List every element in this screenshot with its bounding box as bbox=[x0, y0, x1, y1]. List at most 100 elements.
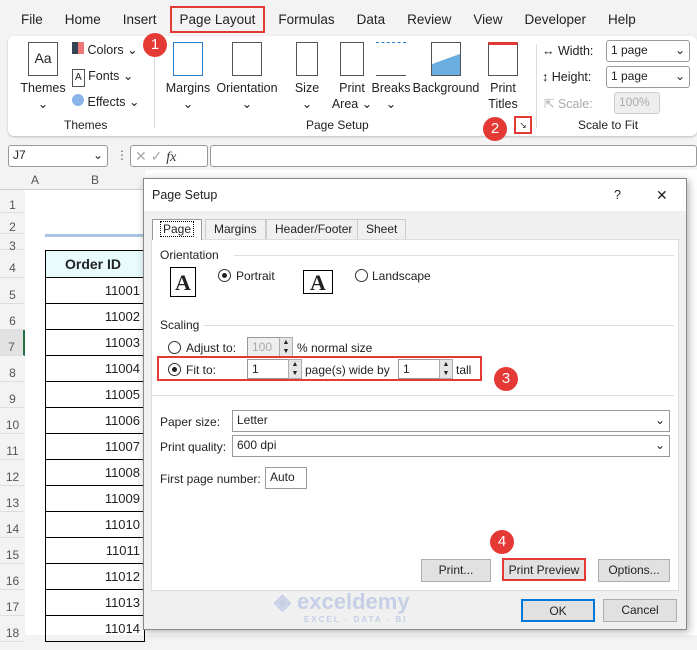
watermark-logo: ◈ exceldemy EXCEL · DATA · BI bbox=[274, 589, 410, 624]
step-badge-1: 1 bbox=[143, 33, 167, 57]
fit-tall-spinner[interactable]: ▲ ▼ bbox=[439, 359, 453, 379]
print-preview-button[interactable]: Print Preview bbox=[502, 558, 586, 581]
row-header[interactable]: 17 bbox=[0, 590, 25, 616]
row-header[interactable]: 16 bbox=[0, 564, 25, 590]
order-id-cell[interactable]: 11014 bbox=[45, 616, 145, 642]
row-header[interactable]: 6 bbox=[0, 304, 25, 330]
adjust-to-input[interactable]: 100 bbox=[247, 337, 280, 357]
adjust-to-label[interactable]: Adjust to: bbox=[186, 341, 236, 355]
fit-to-label[interactable]: Fit to: bbox=[186, 363, 216, 377]
background-button[interactable]: Background bbox=[412, 42, 480, 96]
orientation-button[interactable]: Orientation ⌄ bbox=[215, 42, 279, 112]
row-header[interactable]: 7 bbox=[0, 330, 25, 356]
row-header[interactable]: 11 bbox=[0, 434, 25, 460]
row-header[interactable]: 15 bbox=[0, 538, 25, 564]
order-id-cell[interactable]: 11002 bbox=[45, 304, 145, 330]
header-order-id[interactable]: Order ID bbox=[45, 250, 145, 278]
height-select[interactable]: 1 page ⌄ bbox=[606, 66, 690, 88]
order-id-cell[interactable]: 11001 bbox=[45, 278, 145, 304]
order-id-cell[interactable]: 11010 bbox=[45, 512, 145, 538]
row-header[interactable]: 18 bbox=[0, 616, 25, 642]
adjust-spinner[interactable]: ▲ ▼ bbox=[279, 337, 293, 357]
order-id-cell[interactable]: 11012 bbox=[45, 564, 145, 590]
options-button[interactable]: Options... bbox=[598, 559, 670, 582]
fit-wide-spinner[interactable]: ▲ ▼ bbox=[288, 359, 302, 379]
print-titles-icon bbox=[488, 42, 518, 76]
fit-wide-input[interactable]: 1 bbox=[247, 359, 289, 379]
breaks-button[interactable]: Breaks ⌄ bbox=[370, 42, 412, 112]
order-id-cell[interactable]: 11005 bbox=[45, 382, 145, 408]
menu-review[interactable]: Review bbox=[396, 12, 462, 27]
order-id-cell[interactable]: 11008 bbox=[45, 460, 145, 486]
menu-help[interactable]: Help bbox=[597, 12, 647, 27]
order-id-cell[interactable]: 11011 bbox=[45, 538, 145, 564]
row-header[interactable]: 9 bbox=[0, 382, 25, 408]
print-area-button[interactable]: Print Area ⌄ bbox=[330, 42, 374, 112]
tall-label: tall bbox=[456, 363, 472, 377]
cancel-button[interactable]: Cancel bbox=[603, 599, 677, 622]
landscape-radio[interactable] bbox=[355, 269, 368, 282]
themes-button[interactable]: Aa Themes ⌄ bbox=[18, 42, 68, 112]
fx-icon[interactable]: fx bbox=[166, 150, 176, 165]
close-button[interactable]: ✕ bbox=[656, 179, 668, 211]
order-id-cell[interactable]: 11004 bbox=[45, 356, 145, 382]
tab-sheet[interactable]: Sheet bbox=[357, 219, 407, 239]
fit-to-radio[interactable] bbox=[168, 363, 181, 376]
tab-header-footer[interactable]: Header/Footer bbox=[266, 219, 362, 239]
menu-data[interactable]: Data bbox=[346, 12, 397, 27]
print-button[interactable]: Print... bbox=[421, 559, 491, 582]
effects-icon bbox=[72, 94, 84, 106]
first-page-number-label: First page number: bbox=[160, 472, 261, 486]
paper-size-select[interactable]: Letter ⌄ bbox=[232, 410, 670, 432]
row-header[interactable]: 10 bbox=[0, 408, 25, 434]
menu-formulas[interactable]: Formulas bbox=[267, 12, 345, 27]
row-header[interactable]: 4 bbox=[0, 250, 25, 278]
adjust-to-radio[interactable] bbox=[168, 341, 181, 354]
fonts-button[interactable]: A Fonts ⌄ bbox=[72, 68, 133, 87]
margins-button[interactable]: Margins ⌄ bbox=[164, 42, 212, 112]
portrait-label[interactable]: Portrait bbox=[236, 269, 275, 283]
ok-button[interactable]: OK bbox=[521, 599, 595, 622]
order-id-cell[interactable]: 11007 bbox=[45, 434, 145, 460]
row-header[interactable]: 12 bbox=[0, 460, 25, 486]
row-header[interactable]: 2 bbox=[0, 213, 25, 234]
row-header[interactable]: 8 bbox=[0, 356, 25, 382]
row-header[interactable]: 14 bbox=[0, 512, 25, 538]
size-button[interactable]: Size ⌄ bbox=[286, 42, 328, 112]
print-titles-button[interactable]: Print Titles bbox=[482, 42, 524, 112]
name-box[interactable]: J7 ⌄ bbox=[8, 145, 108, 167]
portrait-radio[interactable] bbox=[218, 269, 231, 282]
formula-input[interactable] bbox=[210, 145, 697, 167]
row-header[interactable]: 1 bbox=[0, 190, 25, 213]
column-header-b[interactable]: B bbox=[45, 170, 145, 190]
row-header[interactable]: 5 bbox=[0, 278, 25, 304]
tab-page[interactable]: Page bbox=[152, 219, 203, 240]
menu-page-layout[interactable]: Page Layout bbox=[169, 5, 266, 33]
page-setup-launcher-icon[interactable]: ↘ bbox=[514, 116, 532, 134]
first-page-number-input[interactable]: Auto bbox=[265, 467, 307, 489]
enter-icon[interactable]: ✓ bbox=[151, 148, 163, 164]
order-id-cell[interactable]: 11006 bbox=[45, 408, 145, 434]
scale-input[interactable]: 100% bbox=[614, 92, 660, 114]
width-select[interactable]: 1 page ⌄ bbox=[606, 40, 690, 62]
colors-button[interactable]: Colors ⌄ bbox=[72, 42, 138, 58]
order-id-cell[interactable]: 11009 bbox=[45, 486, 145, 512]
menu-view[interactable]: View bbox=[462, 12, 513, 27]
order-id-cell[interactable]: 11003 bbox=[45, 330, 145, 356]
menu-home[interactable]: Home bbox=[54, 12, 112, 27]
menu-developer[interactable]: Developer bbox=[513, 12, 597, 27]
landscape-label[interactable]: Landscape bbox=[372, 269, 431, 283]
help-button[interactable]: ? bbox=[614, 179, 621, 211]
menu-insert[interactable]: Insert bbox=[112, 12, 168, 27]
print-quality-select[interactable]: 600 dpi ⌄ bbox=[232, 435, 670, 457]
cancel-icon[interactable]: ✕ bbox=[135, 148, 147, 164]
column-header-a[interactable]: A bbox=[25, 170, 45, 190]
select-all[interactable] bbox=[0, 170, 25, 190]
effects-button[interactable]: Effects ⌄ bbox=[72, 94, 139, 110]
menu-file[interactable]: File bbox=[10, 12, 54, 27]
row-header[interactable]: 13 bbox=[0, 486, 25, 512]
tab-margins[interactable]: Margins bbox=[205, 219, 266, 239]
fit-tall-input[interactable]: 1 bbox=[398, 359, 440, 379]
row-header[interactable]: 3 bbox=[0, 234, 25, 253]
order-id-cell[interactable]: 11013 bbox=[45, 590, 145, 616]
